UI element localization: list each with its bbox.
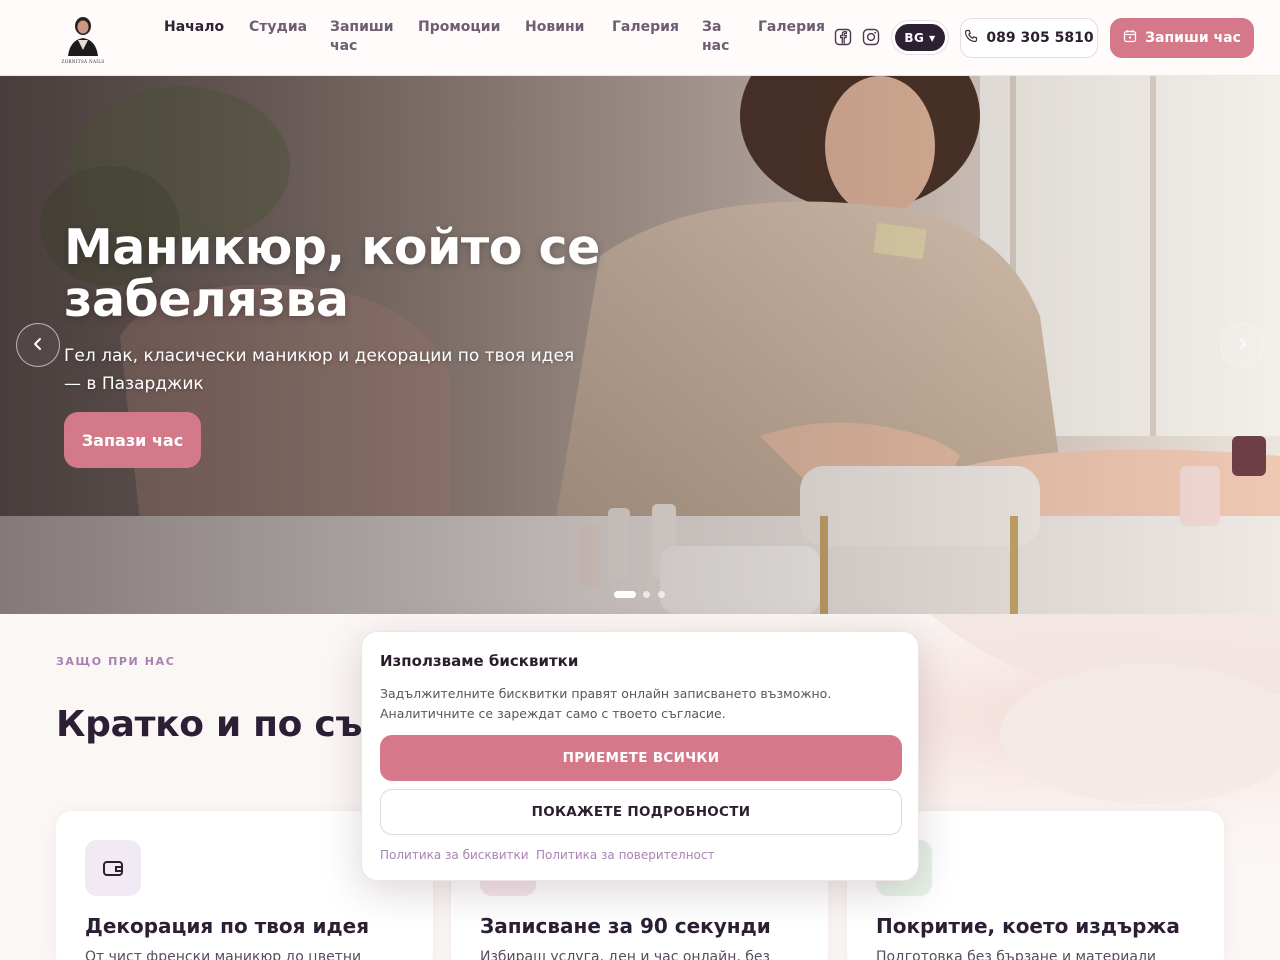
cookie-policy-link[interactable]: Политика за бисквитки	[380, 848, 529, 862]
feature-card-text: Избираш услуга, ден и час онлайн, без	[480, 949, 770, 960]
cookie-accept-button[interactable]: ПРИЕМЕТЕ ВСИЧКИ	[380, 735, 902, 781]
nav-studio[interactable]: Студиа	[249, 18, 309, 37]
nav-promotions[interactable]: Промоции	[418, 18, 500, 37]
chevron-right-icon	[1235, 336, 1249, 355]
phone-number: 089 305 5810	[986, 30, 1094, 46]
feature-card-text: Подготовка без бързане и материали	[876, 949, 1157, 960]
section-eyebrow: ЗАЩО ПРИ НАС	[56, 655, 176, 668]
hero-title: Маникюр, който се забелязва	[64, 219, 600, 328]
nav-home[interactable]: Начало	[164, 18, 224, 37]
wallet-icon	[85, 840, 141, 896]
cookie-details-button[interactable]: ПОКАЖЕТЕ ПОДРОБНОСТИ	[380, 789, 902, 835]
nav-about[interactable]: За нас	[702, 18, 732, 56]
brand-logo[interactable]: ZORNITSA NAILS	[58, 10, 108, 66]
phone-icon	[964, 29, 978, 47]
cookie-text: Задължителните бисквитки правят онлайн з…	[380, 686, 832, 721]
language-switcher[interactable]: BG ▾	[895, 24, 945, 51]
cookie-banner: Използваме бисквитки Задължителните биск…	[361, 631, 919, 881]
nav-gallery-2[interactable]: Галерия	[758, 18, 825, 37]
feature-card-text: От чист френски маникюр до цветни	[85, 949, 362, 960]
site-header: ZORNITSA NAILS Начало Студиа Запиши час …	[0, 0, 1280, 76]
header-book-label: Запиши час	[1145, 30, 1241, 46]
chevron-left-icon	[31, 336, 45, 355]
feature-card-title: Покритие, което издържа	[876, 914, 1180, 938]
nav-book[interactable]: Запиши час	[330, 18, 394, 56]
feature-card-title: Декорация по твоя идея	[85, 914, 370, 938]
hero-book-button[interactable]: Запази час	[64, 412, 201, 468]
header-book-button[interactable]: Запиши час	[1110, 18, 1254, 58]
slider-next-button[interactable]	[1220, 323, 1264, 367]
svg-text:ZORNITSA NAILS: ZORNITSA NAILS	[61, 59, 104, 64]
cookie-title: Използваме бисквитки	[380, 652, 579, 670]
slider-dot-3[interactable]	[658, 591, 665, 598]
slider-dot-1[interactable]	[614, 591, 636, 598]
slider-dot-2[interactable]	[643, 591, 650, 598]
hero-slider: Маникюр, който се забелязва Гел лак, кла…	[0, 76, 1280, 614]
slider-prev-button[interactable]	[16, 323, 60, 367]
facebook-icon[interactable]	[834, 28, 852, 46]
phone-button[interactable]: 089 305 5810	[960, 18, 1098, 58]
privacy-policy-link[interactable]: Политика за поверителност	[536, 848, 714, 862]
feature-card-title: Записване за 90 секунди	[480, 914, 771, 938]
hero-subtitle: Гел лак, класически маникюр и декорации …	[64, 346, 575, 394]
calendar-icon	[1123, 29, 1137, 47]
instagram-icon[interactable]	[862, 28, 880, 46]
nav-news[interactable]: Новини	[525, 18, 585, 37]
nav-gallery[interactable]: Галерия	[612, 18, 679, 37]
